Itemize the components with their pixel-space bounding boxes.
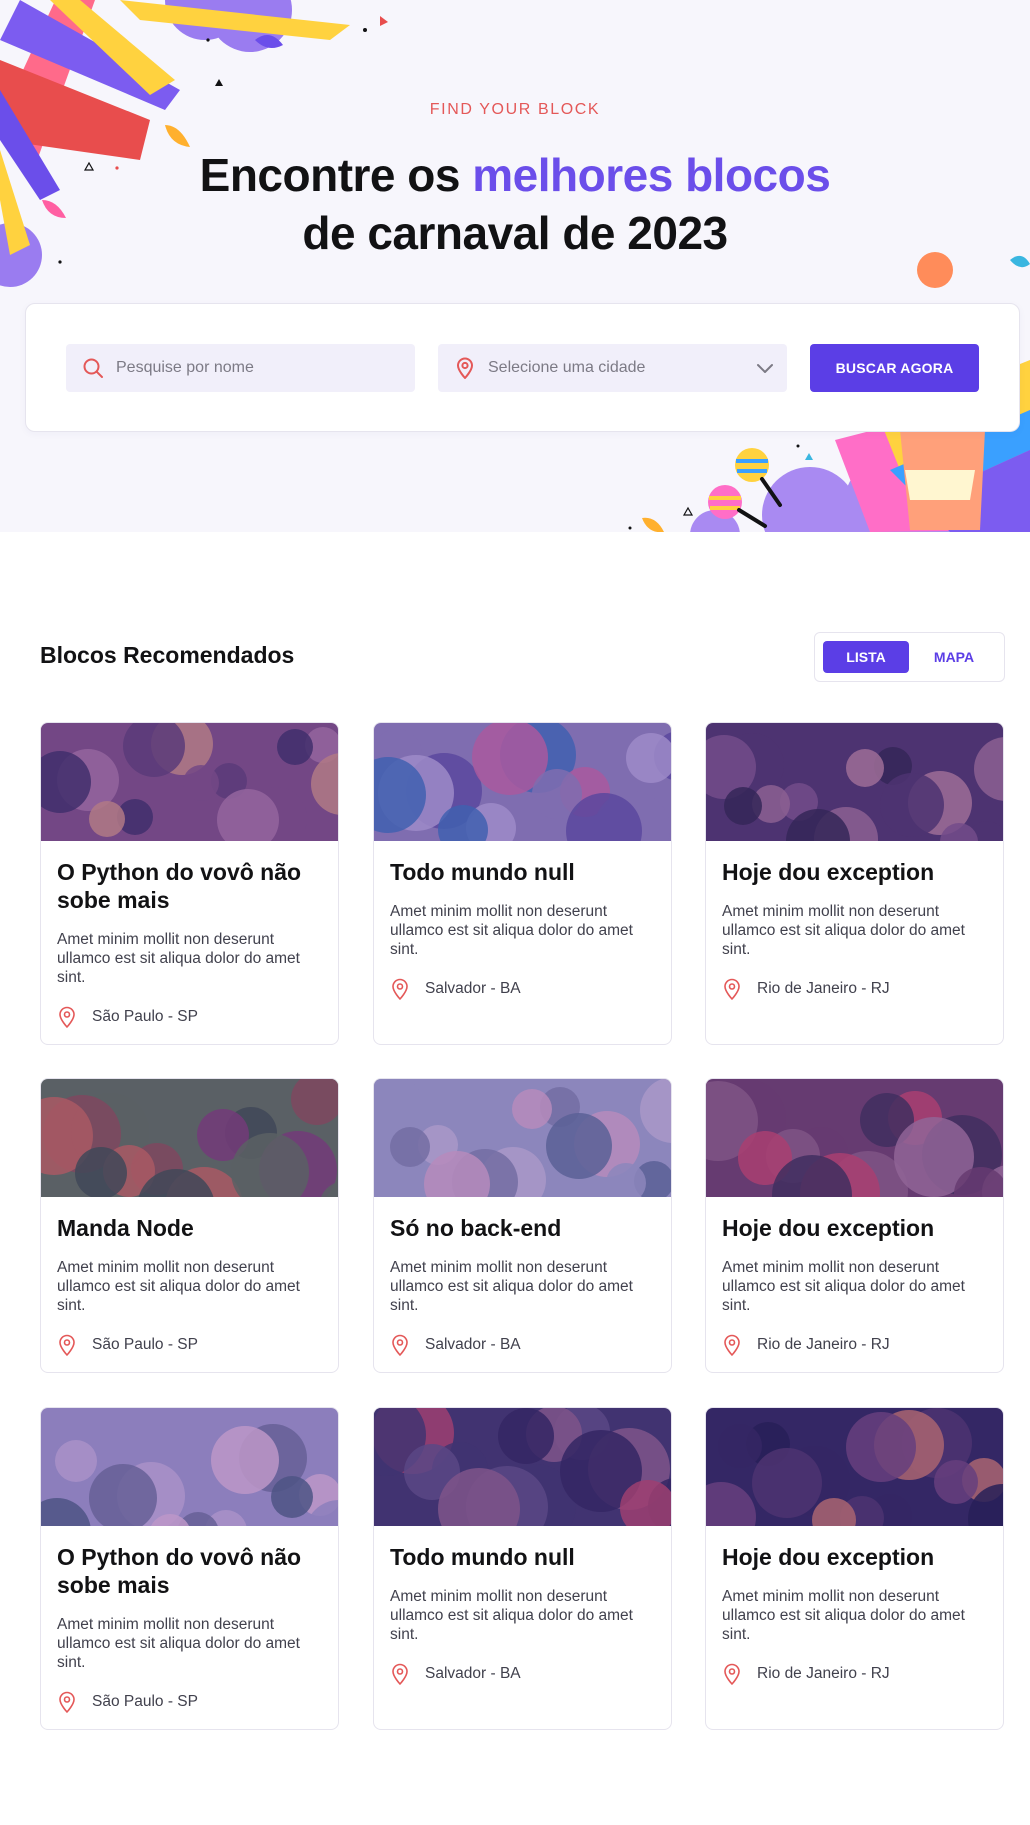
card-title[interactable]: O Python do vovô não sobe mais [57,858,322,914]
bloco-card[interactable]: Manda Node Amet minim mollit non deserunt… [40,1078,339,1373]
city-select[interactable] [438,344,787,392]
search-name-input[interactable] [116,359,366,377]
bloco-card[interactable]: Hoje dou exception Amet minim mollit non … [705,722,1004,1045]
card-location: Rio de Janeiro - RJ [722,978,890,1000]
card-photo [374,1079,671,1197]
city-select-input[interactable] [488,359,738,377]
card-photo [41,1408,338,1526]
card-description: Amet minim mollit non deserunt ullamco e… [722,903,965,958]
map-pin-icon [722,1663,742,1685]
card-description: Amet minim mollit non deserunt ullamco e… [57,931,300,986]
card-location-label: Salvador - BA [425,1336,521,1353]
card-location: São Paulo - SP [57,1691,198,1713]
card-location-label: Salvador - BA [425,980,521,997]
map-pin-icon [57,1691,77,1713]
card-description: Amet minim mollit non deserunt ullamco e… [390,1588,633,1643]
card-description: Amet minim mollit non deserunt ullamco e… [722,1588,965,1643]
hero-section: FIND YOUR BLOCK Encontre os melhores blo… [0,0,1030,532]
card-description: Amet minim mollit non deserunt ullamco e… [390,1259,633,1314]
view-toggle: LISTA MAPA [814,632,1005,682]
bloco-card[interactable]: Hoje dou exception Amet minim mollit non … [705,1407,1004,1730]
bloco-card[interactable]: Hoje dou exception Amet minim mollit non … [705,1078,1004,1373]
card-location: Salvador - BA [390,1663,521,1685]
card-location: São Paulo - SP [57,1006,198,1028]
search-icon [82,357,104,379]
headline-part1: Encontre os [199,149,473,201]
map-pin-icon [390,1334,410,1356]
map-pin-icon [722,978,742,1000]
card-description: Amet minim mollit non deserunt ullamco e… [722,1259,965,1314]
card-location-label: São Paulo - SP [92,1008,198,1025]
search-panel: BUSCAR AGORA [25,303,1020,432]
map-pin-icon [390,1663,410,1685]
card-location-label: São Paulo - SP [92,1693,198,1710]
card-photo [706,1079,1003,1197]
headline-part2: de carnaval de 2023 [302,207,728,259]
eyebrow-label: FIND YOUR BLOCK [429,101,601,118]
card-location-label: Rio de Janeiro - RJ [757,980,890,997]
card-location: Salvador - BA [390,978,521,1000]
search-name-field[interactable] [66,344,415,392]
bloco-card[interactable]: O Python do vovô não sobe mais Amet minim… [40,1407,339,1730]
card-description: Amet minim mollit non deserunt ullamco e… [390,903,633,958]
card-photo [374,723,671,841]
view-map-button[interactable]: MAPA [911,641,997,673]
map-pin-icon [57,1334,77,1356]
card-title[interactable]: Só no back-end [390,1214,655,1242]
card-location-label: Rio de Janeiro - RJ [757,1665,890,1682]
card-photo [41,1079,338,1197]
map-pin-icon [57,1006,77,1028]
bloco-card[interactable]: Só no back-end Amet minim mollit non dese… [373,1078,672,1373]
card-photo [41,723,338,841]
card-title[interactable]: Todo mundo null [390,1543,655,1571]
map-pin-icon [454,357,476,379]
chevron-down-icon[interactable] [755,358,775,383]
map-pin-icon [390,978,410,1000]
card-location: Salvador - BA [390,1334,521,1356]
card-title[interactable]: Todo mundo null [390,858,655,886]
headline-highlight: melhores blocos [472,149,831,201]
card-description: Amet minim mollit non deserunt ullamco e… [57,1616,300,1671]
map-pin-icon [722,1334,742,1356]
card-title[interactable]: Hoje dou exception [722,858,987,886]
card-location: São Paulo - SP [57,1334,198,1356]
card-photo [374,1408,671,1526]
card-location: Rio de Janeiro - RJ [722,1663,890,1685]
section-title: Blocos Recomendados [40,642,295,668]
card-title[interactable]: Manda Node [57,1214,322,1242]
card-title[interactable]: O Python do vovô não sobe mais [57,1543,322,1599]
card-location: Rio de Janeiro - RJ [722,1334,890,1356]
search-button[interactable]: BUSCAR AGORA [810,344,979,392]
view-list-button[interactable]: LISTA [823,641,909,673]
card-photo [706,723,1003,841]
bloco-card[interactable]: Todo mundo null Amet minim mollit non des… [373,1407,672,1730]
card-description: Amet minim mollit non deserunt ullamco e… [57,1259,300,1314]
card-photo [706,1408,1003,1526]
card-location-label: Salvador - BA [425,1665,521,1682]
bloco-card[interactable]: O Python do vovô não sobe mais Amet minim… [40,722,339,1045]
card-title[interactable]: Hoje dou exception [722,1543,987,1571]
card-location-label: São Paulo - SP [92,1336,198,1353]
bloco-card[interactable]: Todo mundo null Amet minim mollit non des… [373,722,672,1045]
card-location-label: Rio de Janeiro - RJ [757,1336,890,1353]
page-headline: Encontre os melhores blocos de carnaval … [0,146,1030,262]
card-title[interactable]: Hoje dou exception [722,1214,987,1242]
